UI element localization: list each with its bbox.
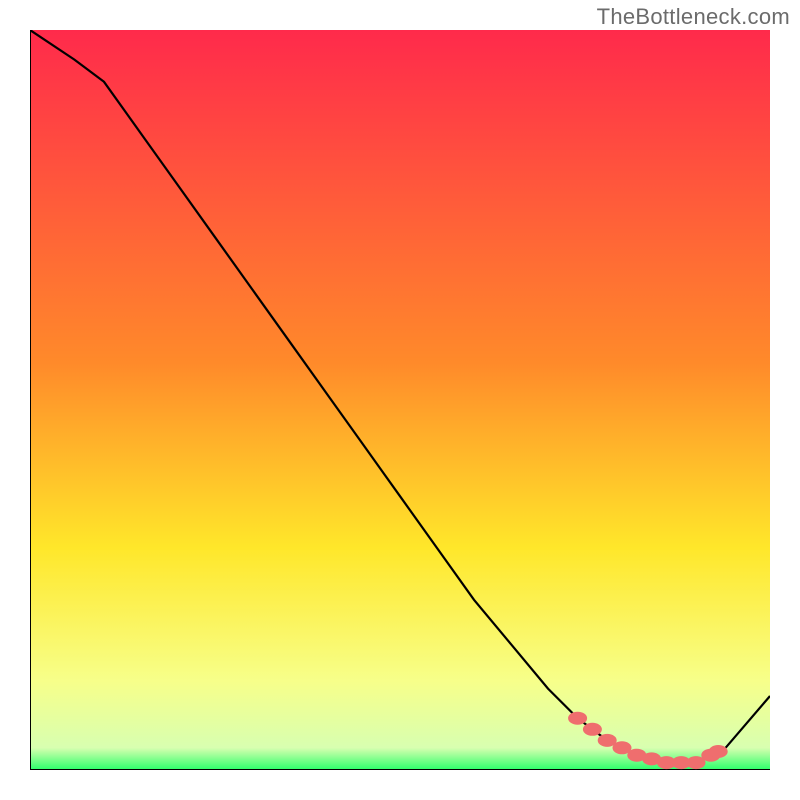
marker-point <box>569 712 587 724</box>
watermark-text: TheBottleneck.com <box>597 4 790 30</box>
marker-point <box>709 746 727 758</box>
chart-container: TheBottleneck.com <box>0 0 800 800</box>
marker-point <box>687 757 705 769</box>
marker-point <box>613 742 631 754</box>
chart-svg <box>30 30 770 770</box>
marker-point <box>583 723 601 735</box>
gradient-background <box>30 30 770 770</box>
marker-point <box>598 734 616 746</box>
